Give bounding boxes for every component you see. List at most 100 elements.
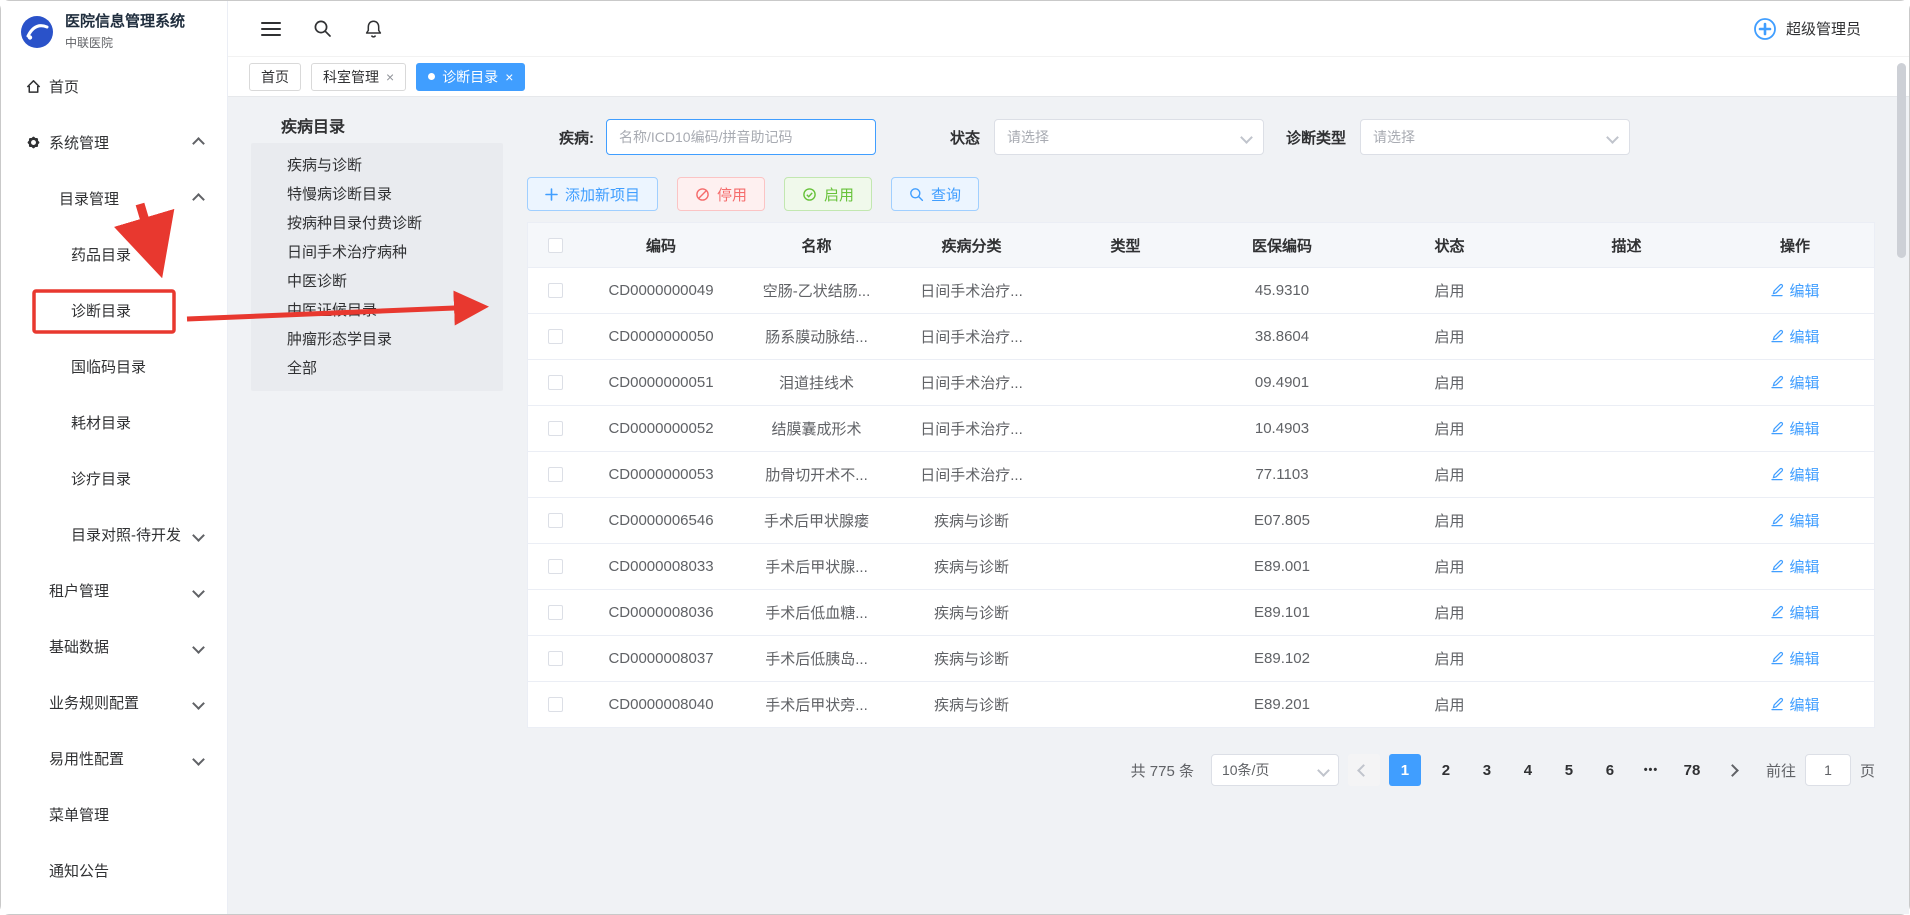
row-checkbox[interactable] [548, 651, 563, 666]
row-checkbox[interactable] [548, 605, 563, 620]
page-button-1[interactable]: 1 [1389, 754, 1421, 786]
catalog-list: 疾病与诊断 特慢病诊断目录 按病种目录付费诊断 日间手术治疗病种 中医诊断 中医… [251, 143, 503, 391]
next-page-button[interactable] [1717, 754, 1749, 786]
edit-button[interactable]: 编辑 [1770, 372, 1819, 393]
sidebar-item-home[interactable]: 首页 [1, 58, 227, 114]
row-checkbox[interactable] [548, 329, 563, 344]
cell-name: 手术后低胰岛... [739, 648, 894, 669]
cell-category: 疾病与诊断 [894, 556, 1049, 577]
hamburger-menu-icon[interactable] [261, 21, 281, 37]
toolbar: 添加新项目 停用 启用 查询 [527, 177, 1875, 211]
header-actions: 操作 [1716, 235, 1874, 256]
tab-home[interactable]: 首页 [249, 63, 301, 91]
edit-button[interactable]: 编辑 [1770, 602, 1819, 623]
edit-label: 编辑 [1789, 280, 1819, 301]
edit-label: 编辑 [1789, 602, 1819, 623]
content-panel: 疾病: 状态 请选择 诊断类型 请选择 添加新项目 停用 [527, 119, 1875, 786]
search-icon[interactable] [313, 19, 332, 38]
catalog-item[interactable]: 中医诊断 [251, 267, 503, 296]
header-type: 类型 [1049, 235, 1202, 256]
sidebar-item-catalog-mapping[interactable]: 目录对照-待开发 [1, 506, 227, 562]
close-icon[interactable]: × [386, 70, 394, 84]
catalog-item[interactable]: 日间手术治疗病种 [251, 238, 503, 267]
goto-page-input[interactable] [1805, 754, 1851, 786]
catalog-item[interactable]: 全部 [251, 354, 503, 383]
row-checkbox[interactable] [548, 559, 563, 574]
page-button-6[interactable]: 6 [1594, 754, 1626, 786]
sidebar-item-treatment-catalog[interactable]: 诊疗目录 [1, 450, 227, 506]
diagnosis-type-select[interactable]: 请选择 [1360, 119, 1630, 155]
bell-icon[interactable] [364, 19, 383, 39]
diagnosis-type-filter-label: 诊断类型 [1286, 127, 1346, 148]
row-checkbox[interactable] [548, 467, 563, 482]
catalog-item[interactable]: 中医证候目录 [251, 296, 503, 325]
tab-department-management[interactable]: 科室管理 × [311, 63, 406, 91]
cell-category: 日间手术治疗... [894, 418, 1049, 439]
sidebar-item-base-data[interactable]: 基础数据 [1, 618, 227, 674]
query-button[interactable]: 查询 [891, 177, 979, 211]
close-icon[interactable]: × [505, 70, 513, 84]
edit-button[interactable]: 编辑 [1770, 648, 1819, 669]
row-checkbox[interactable] [548, 421, 563, 436]
page-button-5[interactable]: 5 [1553, 754, 1585, 786]
select-all-checkbox[interactable] [548, 238, 563, 253]
user-name[interactable]: 超级管理员 [1786, 18, 1861, 39]
sidebar-item-business-rules[interactable]: 业务规则配置 [1, 674, 227, 730]
catalog-item[interactable]: 疾病与诊断 [251, 151, 503, 180]
header-description: 描述 [1537, 235, 1716, 256]
edit-icon [1770, 605, 1784, 619]
chevron-down-icon [1317, 764, 1330, 777]
catalog-item[interactable]: 特慢病诊断目录 [251, 180, 503, 209]
search-icon [909, 187, 924, 202]
row-checkbox[interactable] [548, 375, 563, 390]
page-button-2[interactable]: 2 [1430, 754, 1462, 786]
more-pages-button[interactable]: ••• [1635, 754, 1667, 786]
edit-button[interactable]: 编辑 [1770, 694, 1819, 715]
table-header-row: 编码 名称 疾病分类 类型 医保编码 状态 描述 操作 [528, 223, 1874, 268]
edit-button[interactable]: 编辑 [1770, 280, 1819, 301]
page-button-last[interactable]: 78 [1676, 754, 1708, 786]
sidebar-item-menu-management[interactable]: 菜单管理 [1, 786, 227, 842]
sidebar-item-diagnosis-catalog[interactable]: 诊断目录 [1, 282, 227, 338]
cell-code: CD0000008036 [583, 604, 739, 621]
enable-button[interactable]: 启用 [784, 177, 872, 211]
sidebar-item-consumables-catalog[interactable]: 耗材目录 [1, 394, 227, 450]
status-select[interactable]: 请选择 [994, 119, 1264, 155]
table-body: CD0000000049 空肠-乙状结肠... 日间手术治疗... 45.931… [528, 268, 1874, 728]
vertical-scrollbar[interactable] [1897, 63, 1906, 258]
edit-label: 编辑 [1789, 510, 1819, 531]
goto-unit: 页 [1860, 760, 1875, 781]
sidebar-item-label: 目录对照-待开发 [71, 524, 181, 545]
catalog-item[interactable]: 肿瘤形态学目录 [251, 325, 503, 354]
row-checkbox[interactable] [548, 513, 563, 528]
edit-button[interactable]: 编辑 [1770, 464, 1819, 485]
tab-diagnosis-catalog[interactable]: 诊断目录 × [416, 63, 525, 91]
edit-button[interactable]: 编辑 [1770, 326, 1819, 347]
header-checkbox-cell [528, 238, 583, 253]
sidebar-item-usability-config[interactable]: 易用性配置 [1, 730, 227, 786]
edit-button[interactable]: 编辑 [1770, 510, 1819, 531]
edit-button[interactable]: 编辑 [1770, 418, 1819, 439]
sidebar-item-system-management[interactable]: 系统管理 [1, 114, 227, 170]
sidebar-item-national-code-catalog[interactable]: 国临码目录 [1, 338, 227, 394]
user-area[interactable]: 超级管理员 [1753, 17, 1909, 41]
page-size-select[interactable]: 10条/页 [1211, 754, 1339, 786]
prev-page-button[interactable] [1348, 754, 1380, 786]
sidebar-item-drug-catalog[interactable]: 药品目录 [1, 226, 227, 282]
row-checkbox[interactable] [548, 697, 563, 712]
catalog-item[interactable]: 按病种目录付费诊断 [251, 209, 503, 238]
row-checkbox[interactable] [548, 283, 563, 298]
sidebar-item-catalog-management[interactable]: 目录管理 [1, 170, 227, 226]
sidebar-item-label: 目录管理 [59, 188, 119, 209]
page-button-3[interactable]: 3 [1471, 754, 1503, 786]
row-checkbox-cell [528, 651, 583, 666]
disable-button[interactable]: 停用 [677, 177, 765, 211]
sidebar-item-tenant-management[interactable]: 租户管理 [1, 562, 227, 618]
sidebar-item-notice[interactable]: 通知公告 [1, 842, 227, 898]
add-new-item-button[interactable]: 添加新项目 [527, 177, 658, 211]
page-button-4[interactable]: 4 [1512, 754, 1544, 786]
edit-button[interactable]: 编辑 [1770, 556, 1819, 577]
disease-search-input[interactable] [606, 119, 876, 155]
main-content: 疾病目录 疾病与诊断 特慢病诊断目录 按病种目录付费诊断 日间手术治疗病种 中医… [227, 97, 1909, 914]
row-checkbox-cell [528, 697, 583, 712]
